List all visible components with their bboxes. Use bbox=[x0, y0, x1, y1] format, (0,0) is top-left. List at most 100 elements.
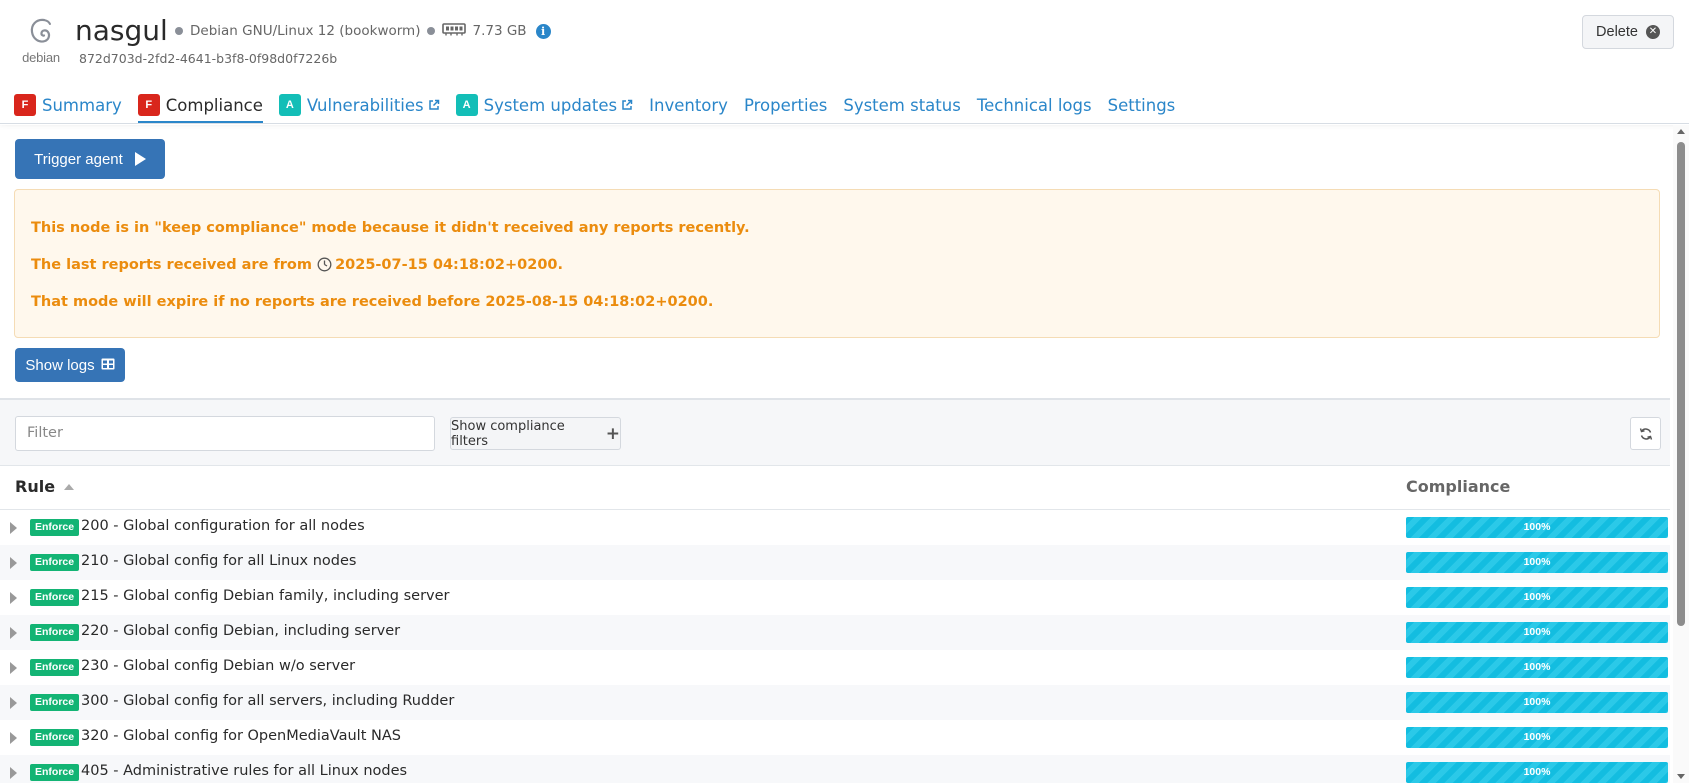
table-header: Rule Compliance bbox=[0, 466, 1670, 510]
external-link-icon bbox=[428, 96, 440, 115]
table-row[interactable]: Enforce 320 - Global config for OpenMedia… bbox=[0, 720, 1670, 755]
tab-system-status[interactable]: System status bbox=[843, 86, 960, 124]
close-circle-icon: ✕ bbox=[1645, 25, 1660, 39]
tab-summary[interactable]: F Summary bbox=[14, 86, 122, 124]
alert-date: 2025-07-15 04:18:02+0200 bbox=[335, 257, 558, 273]
alert-line: This node is in "keep compliance" mode b… bbox=[31, 220, 750, 236]
expand-caret-icon[interactable] bbox=[10, 662, 17, 674]
scroll-up-icon[interactable] bbox=[1677, 129, 1685, 134]
page-scrollbar[interactable] bbox=[1673, 125, 1689, 783]
tab-vulnerabilities[interactable]: A Vulnerabilities bbox=[278, 86, 440, 124]
delete-node-button[interactable]: Delete ✕ bbox=[1582, 15, 1674, 49]
grade-badge: F bbox=[14, 94, 36, 116]
enforce-badge: Enforce bbox=[30, 589, 80, 606]
enforce-badge: Enforce bbox=[30, 764, 80, 781]
rule-name[interactable]: 405 - Administrative rules for all Linux… bbox=[81, 763, 407, 779]
expand-caret-icon[interactable] bbox=[10, 557, 17, 569]
expand-caret-icon[interactable] bbox=[10, 627, 17, 639]
table-row[interactable]: Enforce 220 - Global config Debian, inclu… bbox=[0, 615, 1670, 650]
scroll-down-icon[interactable] bbox=[1677, 774, 1685, 779]
alert-text: . bbox=[557, 257, 564, 273]
play-icon bbox=[134, 152, 146, 166]
scrollbar-thumb[interactable] bbox=[1677, 142, 1685, 626]
clock-icon bbox=[317, 257, 332, 278]
info-icon[interactable]: i bbox=[535, 23, 551, 39]
node-tabs: F Summary F Compliance A Vulnerabilities… bbox=[14, 86, 1191, 124]
grade-badge: F bbox=[137, 94, 160, 116]
tab-label: Compliance bbox=[165, 95, 263, 115]
grade-badge: A bbox=[455, 94, 478, 116]
table-row[interactable]: Enforce 215 - Global config Debian family… bbox=[0, 580, 1670, 615]
compliance-bar[interactable]: 100% bbox=[1406, 587, 1668, 608]
expand-caret-icon[interactable] bbox=[10, 522, 17, 534]
node-os: Debian GNU/Linux 12 (bookworm) bbox=[190, 23, 421, 39]
tab-compliance[interactable]: F Compliance bbox=[137, 86, 264, 124]
table-row[interactable]: Enforce 405 - Administrative rules for al… bbox=[0, 755, 1670, 783]
table-row[interactable]: Enforce 230 - Global config Debian w/o se… bbox=[0, 650, 1670, 685]
column-header-compliance[interactable]: Compliance bbox=[1406, 477, 1510, 496]
rules-table-body: Enforce 200 - Global configuration for al… bbox=[0, 510, 1670, 783]
external-link-icon bbox=[621, 96, 633, 115]
enforce-badge: Enforce bbox=[30, 519, 80, 536]
tab-system-updates[interactable]: A System updates bbox=[455, 86, 634, 124]
tab-inventory[interactable]: Inventory bbox=[649, 86, 728, 124]
expand-caret-icon[interactable] bbox=[10, 697, 17, 709]
expand-caret-icon[interactable] bbox=[10, 732, 17, 744]
rule-name[interactable]: 230 - Global config Debian w/o server bbox=[81, 658, 355, 674]
enforce-badge: Enforce bbox=[30, 729, 80, 746]
compliance-bar[interactable]: 100% bbox=[1406, 552, 1668, 573]
rule-name[interactable]: 320 - Global config for OpenMediaVault N… bbox=[81, 728, 401, 744]
column-label: Rule bbox=[15, 477, 56, 496]
separator-dot bbox=[175, 27, 183, 35]
alert-text: The last reports received are from bbox=[31, 257, 312, 273]
plus-icon: + bbox=[605, 423, 620, 444]
tab-technical-logs[interactable]: Technical logs bbox=[977, 86, 1092, 124]
compliance-value: 100% bbox=[1523, 556, 1551, 568]
compliance-value: 100% bbox=[1523, 766, 1551, 778]
node-meta: Debian GNU/Linux 12 (bookworm) 7.73 GB i bbox=[168, 22, 551, 40]
tab-label: Inventory bbox=[649, 95, 728, 115]
compliance-bar[interactable]: 100% bbox=[1406, 517, 1668, 538]
tab-label: Summary bbox=[42, 95, 122, 115]
compliance-bar[interactable]: 100% bbox=[1406, 692, 1668, 713]
tab-label: Properties bbox=[743, 95, 828, 115]
rule-name[interactable]: 220 - Global config Debian, including se… bbox=[81, 623, 400, 639]
compliance-value: 100% bbox=[1523, 591, 1551, 603]
compliance-bar[interactable]: 100% bbox=[1406, 657, 1668, 678]
compliance-bar[interactable]: 100% bbox=[1406, 727, 1668, 748]
compliance-filters-label: Show compliance filters bbox=[451, 418, 565, 449]
compliance-value: 100% bbox=[1523, 626, 1551, 638]
rule-name[interactable]: 215 - Global config Debian family, inclu… bbox=[81, 588, 450, 604]
compliance-value: 100% bbox=[1523, 521, 1551, 533]
table-row[interactable]: Enforce 300 - Global config for all serve… bbox=[0, 685, 1670, 720]
rule-name[interactable]: 300 - Global config for all servers, inc… bbox=[81, 693, 454, 709]
rule-name[interactable]: 210 - Global config for all Linux nodes bbox=[81, 553, 357, 569]
column-header-rule[interactable]: Rule bbox=[15, 477, 75, 496]
compliance-bar[interactable]: 100% bbox=[1406, 622, 1668, 643]
filter-input[interactable]: Filter bbox=[15, 416, 435, 451]
compliance-bar[interactable]: 100% bbox=[1406, 762, 1668, 783]
refresh-button[interactable] bbox=[1630, 417, 1661, 450]
trigger-agent-label: Trigger agent bbox=[34, 150, 123, 168]
table-icon bbox=[101, 357, 115, 374]
tabs-divider bbox=[0, 123, 1689, 124]
tab-properties[interactable]: Properties bbox=[744, 86, 827, 124]
table-row[interactable]: Enforce 200 - Global configuration for al… bbox=[0, 510, 1670, 545]
enforce-badge: Enforce bbox=[30, 554, 80, 571]
show-logs-label: Show logs bbox=[25, 356, 95, 374]
tab-label: Vulnerabilities bbox=[306, 95, 424, 115]
trigger-agent-button[interactable]: Trigger agent bbox=[15, 139, 165, 179]
node-ram: 7.73 GB bbox=[472, 23, 527, 39]
tab-label: System status bbox=[843, 95, 961, 115]
tab-settings[interactable]: Settings bbox=[1108, 86, 1176, 124]
expand-caret-icon[interactable] bbox=[10, 767, 17, 779]
tab-label: System updates bbox=[483, 95, 618, 115]
table-row[interactable]: Enforce 210 - Global config for all Linux… bbox=[0, 545, 1670, 580]
enforce-badge: Enforce bbox=[30, 659, 80, 676]
show-logs-button[interactable]: Show logs bbox=[15, 348, 125, 382]
rule-name[interactable]: 200 - Global configuration for all nodes bbox=[81, 518, 365, 534]
show-compliance-filters-button[interactable]: Show compliance filters + bbox=[450, 417, 621, 450]
node-header: debian nasgul Debian GNU/Linux 12 (bookw… bbox=[0, 0, 1689, 125]
expand-caret-icon[interactable] bbox=[10, 592, 17, 604]
sort-ascending-icon bbox=[64, 483, 75, 490]
